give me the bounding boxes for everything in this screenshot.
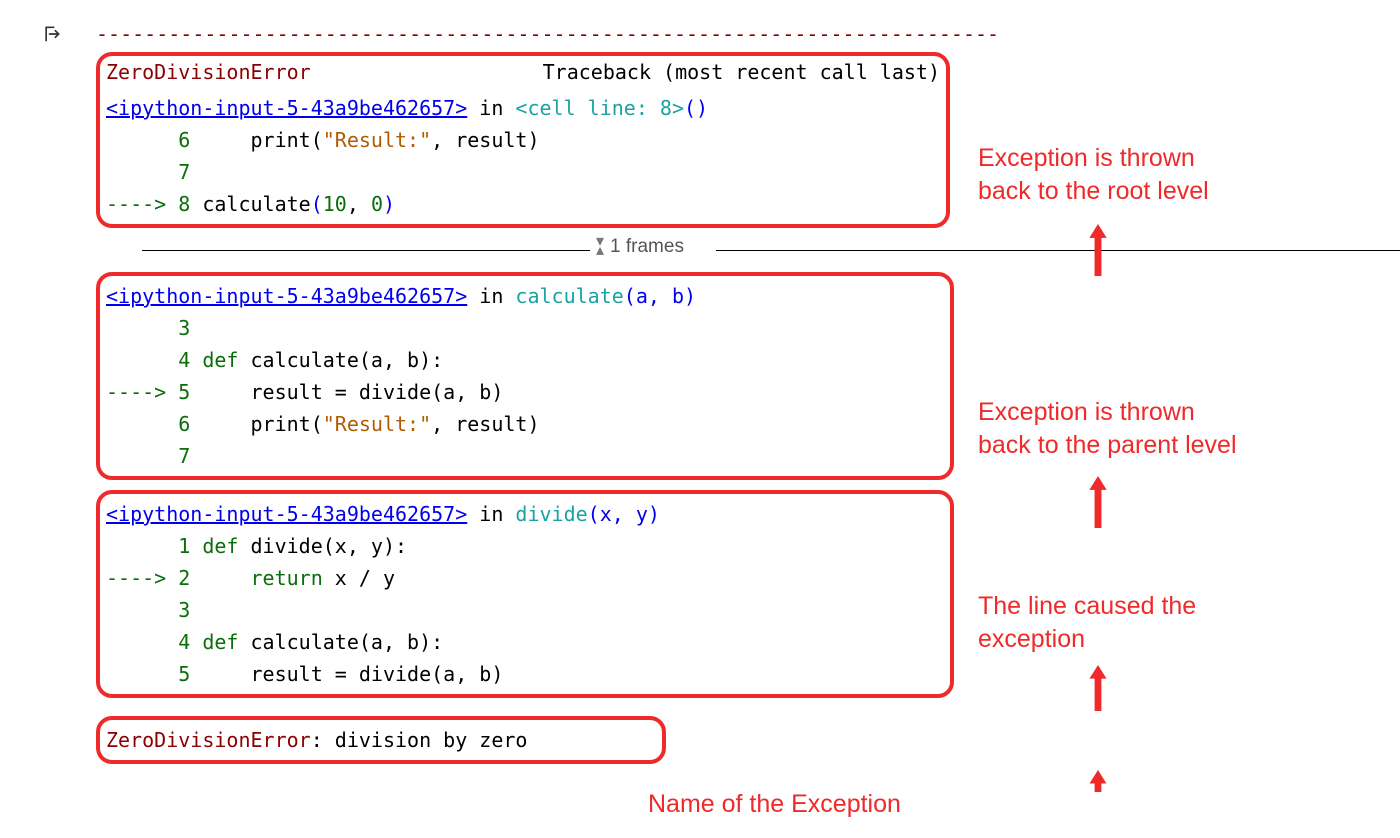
divider-line-left xyxy=(142,250,590,251)
chevrons-icon: ▾▴ xyxy=(596,238,604,256)
frame3-code: <ipython-input-5-43a9be462657> in divide… xyxy=(100,494,950,694)
traceback-diagram: ----------------------------------------… xyxy=(0,0,1400,838)
annotation-root-level: Exception is thrownback to the root leve… xyxy=(978,142,1209,207)
arrow-up-icon xyxy=(1088,665,1108,711)
frame-box-root: ZeroDivisionError Traceback (most recent… xyxy=(96,52,950,228)
frame-link[interactable]: <ipython-input-5-43a9be462657> xyxy=(106,502,467,526)
error-name: ZeroDivisionError xyxy=(106,60,311,84)
arrow-up-icon xyxy=(1088,770,1108,792)
frame2-code: <ipython-input-5-43a9be462657> in calcul… xyxy=(100,276,950,476)
traceback-label: Traceback (most recent call last) xyxy=(543,60,940,84)
frame-link[interactable]: <ipython-input-5-43a9be462657> xyxy=(106,284,467,308)
frame-box-origin: <ipython-input-5-43a9be462657> in divide… xyxy=(96,490,954,698)
separator-dashes: ----------------------------------------… xyxy=(96,22,1382,46)
frames-label: 1 frames xyxy=(610,236,684,258)
arrow-up-icon xyxy=(1088,476,1108,528)
final-line: ZeroDivisionError: division by zero xyxy=(100,720,662,760)
cell-output-icon xyxy=(42,24,62,44)
frame1-code: <ipython-input-5-43a9be462657> in <cell … xyxy=(100,88,946,224)
arrow-up-icon xyxy=(1088,224,1108,276)
frame-link[interactable]: <ipython-input-5-43a9be462657> xyxy=(106,96,467,120)
traceback-header: ZeroDivisionError Traceback (most recent… xyxy=(100,56,946,88)
frames-collapsed-row: ▾▴ 1 frames xyxy=(96,238,1382,264)
annotation-cause-line: The line caused theexception xyxy=(978,590,1196,655)
frames-collapsed-toggle[interactable]: ▾▴ 1 frames xyxy=(596,236,684,258)
divider-line-right xyxy=(716,250,1400,251)
frame-box-parent: <ipython-input-5-43a9be462657> in calcul… xyxy=(96,272,954,480)
annotation-parent-level: Exception is thrownback to the parent le… xyxy=(978,396,1237,461)
annotation-exception-name: Name of the Exception xyxy=(648,788,901,821)
frame-box-final: ZeroDivisionError: division by zero xyxy=(96,716,666,764)
